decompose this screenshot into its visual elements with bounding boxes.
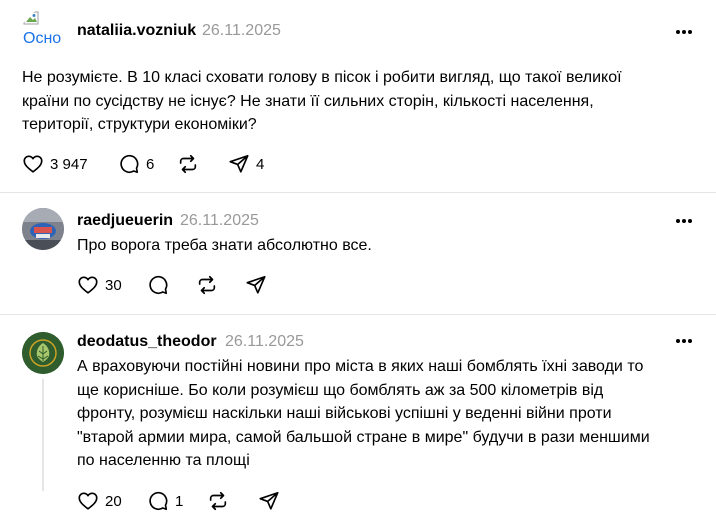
comment-icon bbox=[149, 275, 168, 295]
like-button[interactable]: 3 947 bbox=[22, 152, 88, 176]
more-button[interactable] bbox=[670, 333, 698, 349]
more-icon bbox=[676, 219, 692, 223]
share-icon bbox=[246, 275, 266, 294]
reply-button[interactable]: 6 bbox=[118, 152, 154, 176]
reply-count: 6 bbox=[146, 155, 155, 173]
username[interactable]: nataliia.vozniuk bbox=[77, 22, 196, 40]
post: deodatus_theodor 26.11.2025 А враховуючи… bbox=[0, 315, 716, 518]
repost-button[interactable] bbox=[177, 152, 199, 176]
avatar-image bbox=[22, 208, 64, 250]
repost-icon bbox=[198, 275, 216, 295]
comment-icon bbox=[120, 154, 139, 174]
share-button[interactable] bbox=[258, 489, 280, 513]
thread-line bbox=[42, 379, 44, 491]
heart-icon bbox=[78, 492, 98, 510]
repost-icon bbox=[209, 491, 227, 511]
repost-button[interactable] bbox=[207, 489, 229, 513]
heart-icon bbox=[23, 155, 43, 173]
more-button[interactable] bbox=[670, 24, 698, 40]
reply-count: 1 bbox=[175, 492, 184, 510]
reply-button[interactable] bbox=[147, 273, 169, 297]
repost-button[interactable] bbox=[196, 273, 218, 297]
like-count: 20 bbox=[105, 492, 122, 510]
post: Осно nataliia.vozniuk 26.11.2025 Не розу… bbox=[0, 0, 716, 192]
username[interactable]: deodatus_theodor bbox=[77, 333, 217, 351]
like-count: 30 bbox=[105, 276, 122, 294]
more-icon bbox=[676, 30, 692, 34]
post: raedjueuerin 26.11.2025 Про ворога треба… bbox=[0, 193, 716, 314]
share-button[interactable]: 4 bbox=[228, 152, 264, 176]
like-count: 3 947 bbox=[50, 155, 88, 173]
post-text: А враховуючи постійні новини про міста в… bbox=[77, 358, 650, 469]
post-date[interactable]: 26.11.2025 bbox=[202, 22, 281, 40]
like-button[interactable]: 30 bbox=[77, 273, 122, 297]
share-count: 4 bbox=[256, 155, 265, 173]
reply-button[interactable]: 1 bbox=[147, 489, 183, 513]
avatar[interactable]: Осно bbox=[22, 10, 64, 52]
username[interactable]: raedjueuerin bbox=[77, 212, 173, 230]
avatar-alt-text: Осно bbox=[23, 30, 62, 47]
share-icon bbox=[259, 491, 279, 510]
heart-icon bbox=[78, 276, 98, 294]
avatar-image bbox=[22, 332, 64, 374]
avatar[interactable] bbox=[22, 332, 64, 374]
more-button[interactable] bbox=[670, 213, 698, 229]
post-date[interactable]: 26.11.2025 bbox=[225, 333, 304, 351]
avatar[interactable] bbox=[22, 208, 64, 250]
comment-icon bbox=[149, 491, 168, 511]
repost-icon bbox=[179, 154, 197, 174]
more-icon bbox=[676, 339, 692, 343]
share-icon bbox=[229, 154, 249, 173]
post-date[interactable]: 26.11.2025 bbox=[180, 212, 259, 230]
share-button[interactable] bbox=[245, 273, 267, 297]
post-text: Про ворога треба знати абсолютно все. bbox=[77, 237, 372, 254]
like-button[interactable]: 20 bbox=[77, 489, 122, 513]
post-text: Не розумієте. В 10 класі сховати голову … bbox=[22, 69, 622, 133]
